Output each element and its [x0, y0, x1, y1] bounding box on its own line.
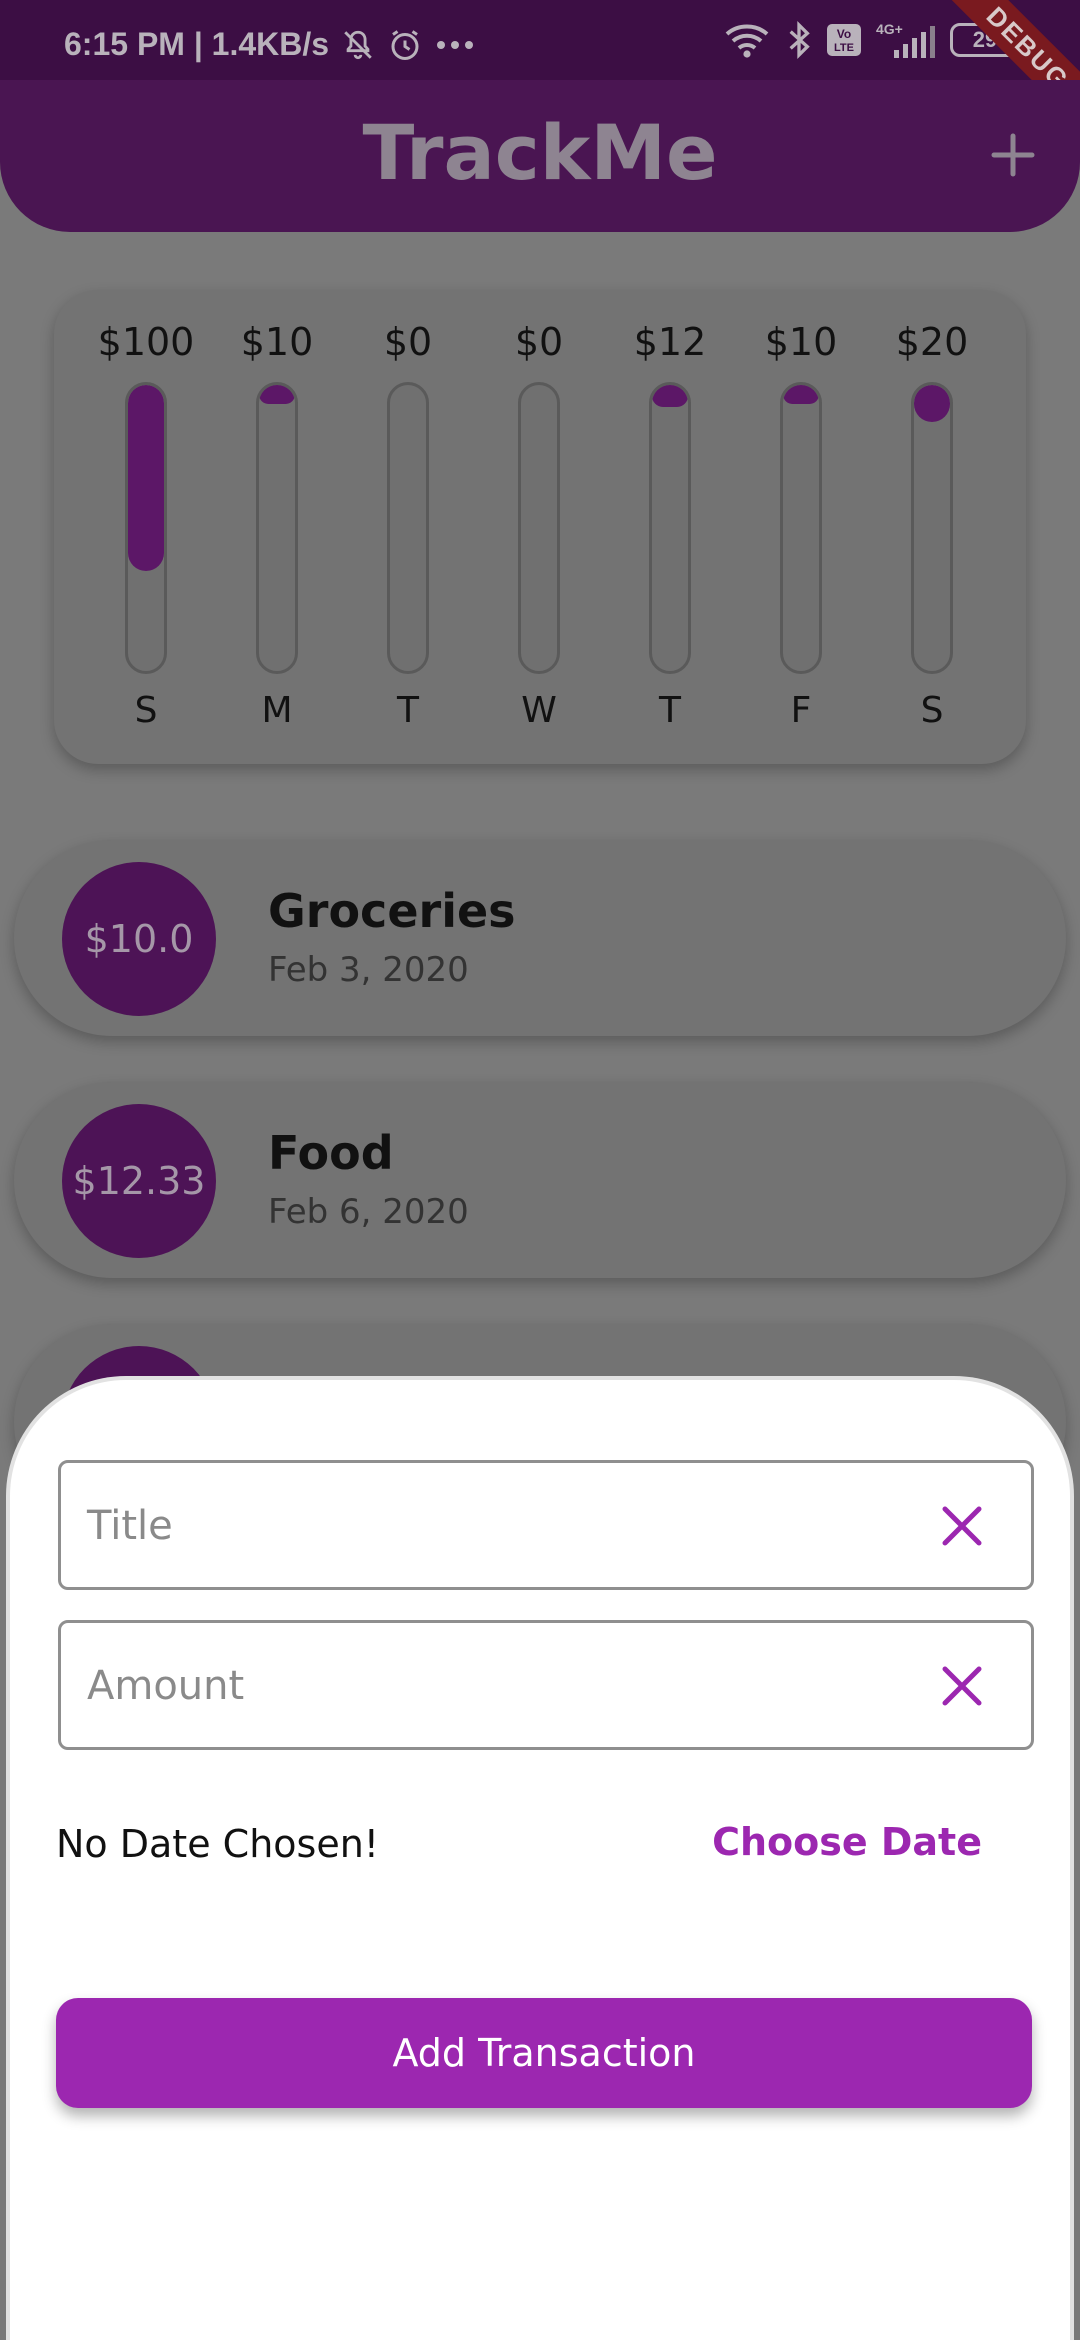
status-right: Vo LTE 4G+ 29 [722, 20, 1020, 60]
close-icon[interactable] [941, 1505, 983, 1547]
bar-fill [259, 385, 295, 404]
amount-placeholder: Amount [87, 1663, 245, 1709]
bar-amount: $0 [383, 320, 433, 364]
chart-bar: $12 T [615, 290, 725, 764]
bar-track [518, 382, 560, 674]
bar-track [649, 382, 691, 674]
bar-fill [783, 385, 819, 404]
svg-text:Vo: Vo [837, 27, 851, 41]
bar-track [911, 382, 953, 674]
transaction-title: Groceries [268, 884, 516, 938]
close-icon[interactable] [941, 1665, 983, 1707]
bar-day-label: S [920, 690, 944, 731]
status-time: 6:15 PM | 1.4KB/s [64, 26, 330, 62]
transaction-date: Feb 6, 2020 [268, 1192, 469, 1232]
bar-fill [128, 385, 164, 571]
title-placeholder: Title [87, 1503, 173, 1549]
bar-day-label: S [134, 690, 158, 731]
status-left: 6:15 PM | 1.4KB/s [64, 26, 475, 63]
bar-amount: $0 [514, 320, 564, 364]
bar-track [256, 382, 298, 674]
bar-amount: $10 [240, 320, 314, 364]
bar-day-label: M [261, 690, 293, 731]
more-dots-icon [437, 40, 474, 49]
choose-date-button[interactable]: Choose Date [712, 1820, 982, 1864]
bar-track [780, 382, 822, 674]
bar-amount: $10 [764, 320, 838, 364]
add-transaction-button[interactable]: Add Transaction [56, 1998, 1032, 2108]
title-field[interactable]: Title [58, 1460, 1034, 1590]
bar-day-label: W [521, 690, 557, 731]
date-status-label: No Date Chosen! [56, 1822, 380, 1866]
transaction-item[interactable]: $10.0 Groceries Feb 3, 2020 [14, 840, 1066, 1036]
bar-day-label: T [659, 690, 681, 731]
transaction-item[interactable]: $12.33 Food Feb 6, 2020 [14, 1082, 1066, 1278]
status-bar: 6:15 PM | 1.4KB/s Vo LTE 4G+ 29 DEBUG [0, 0, 1080, 140]
signal-icon: 4G+ [876, 21, 935, 58]
bell-muted-icon [344, 30, 372, 59]
chart-bar: $0 T [353, 290, 463, 764]
chart-bar: $0 W [484, 290, 594, 764]
volte-icon: Vo LTE [827, 24, 861, 56]
app-title: TrackMe [362, 108, 718, 197]
bar-amount: $20 [895, 320, 969, 364]
bar-fill [914, 385, 950, 422]
transaction-title: Food [268, 1126, 394, 1180]
bar-track [125, 382, 167, 674]
new-transaction-sheet: Title Amount No Date Chosen! Choose Date… [6, 1376, 1074, 2340]
bar-day-label: F [790, 690, 812, 731]
weekly-chart: $100 S $10 M $0 T $0 W $12 T $10 F $20 S [54, 290, 1026, 764]
chart-bar: $10 F [746, 290, 856, 764]
bar-amount: $100 [97, 320, 195, 364]
bluetooth-icon [789, 20, 810, 60]
chart-bar: $10 M [222, 290, 332, 764]
wifi-icon [725, 24, 769, 58]
amount-field[interactable]: Amount [58, 1620, 1034, 1750]
svg-text:LTE: LTE [834, 42, 854, 54]
chart-bar: $100 S [91, 290, 201, 764]
bar-day-label: T [397, 690, 419, 731]
transaction-amount: $10.0 [62, 862, 216, 1016]
bar-amount: $12 [633, 320, 707, 364]
alarm-icon [391, 29, 419, 60]
bar-track [387, 382, 429, 674]
transaction-date: Feb 3, 2020 [268, 950, 469, 990]
app-bar: TrackMe [0, 80, 1080, 232]
plus-icon[interactable] [988, 130, 1038, 180]
transaction-amount: $12.33 [62, 1104, 216, 1258]
bar-fill [652, 385, 688, 407]
chart-bar: $20 S [877, 290, 987, 764]
network-label: 4G+ [876, 21, 903, 37]
